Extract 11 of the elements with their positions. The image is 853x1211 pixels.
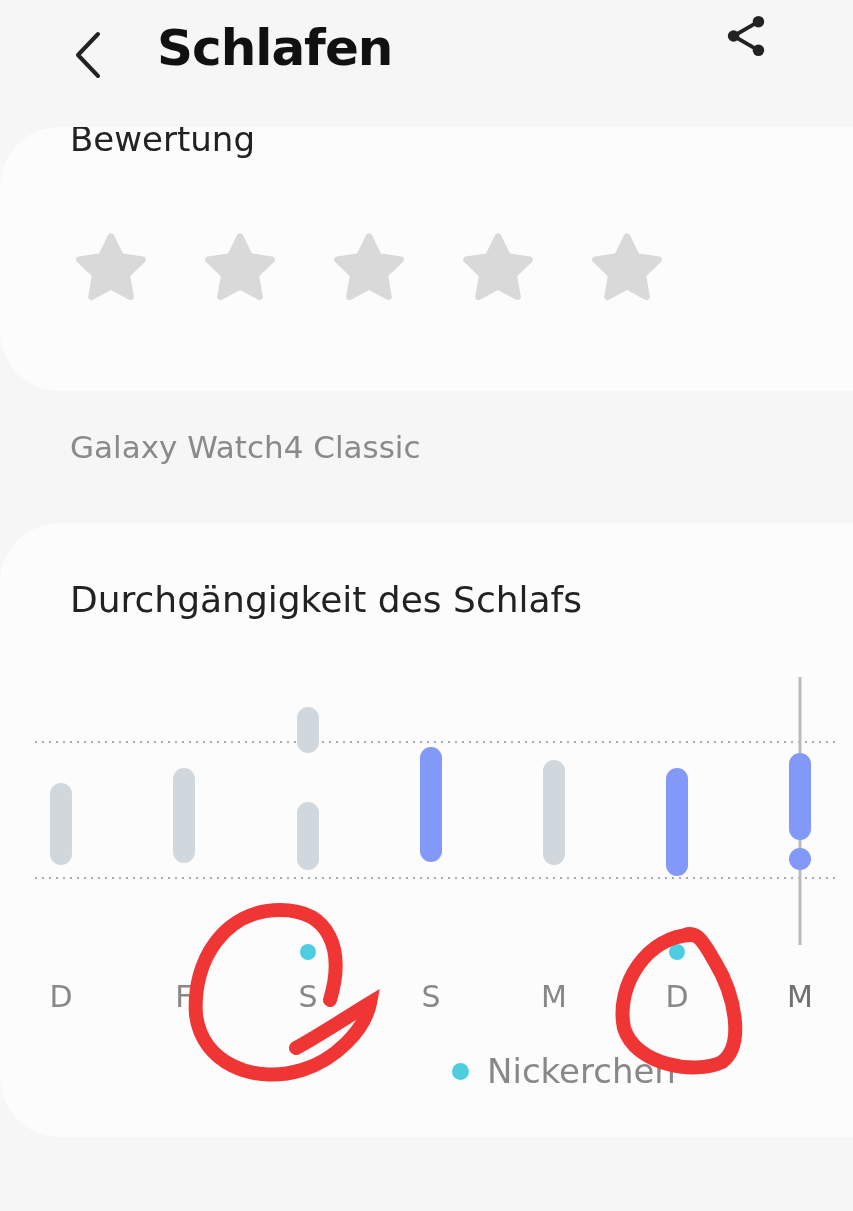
day-label: D (48, 978, 74, 1014)
day-label: S (297, 978, 319, 1014)
legend-label: Nickerchen (487, 1051, 676, 1091)
day-label: M (786, 978, 814, 1014)
day-label: S (420, 978, 442, 1014)
card-title: Durchgängigkeit des Schlafs (69, 578, 583, 620)
page-title: Schlafen (157, 19, 393, 77)
nap-legend-dot (452, 1062, 469, 1080)
day-label: M (540, 978, 568, 1014)
device-name: Galaxy Watch4 Classic (70, 429, 422, 465)
day-label: D (664, 978, 690, 1014)
